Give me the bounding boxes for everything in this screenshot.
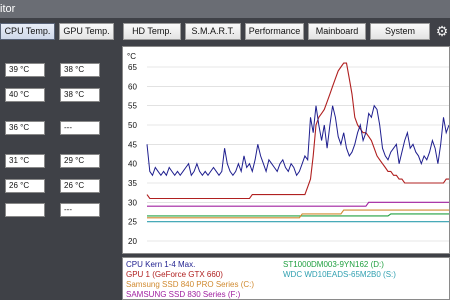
y-tick-label: 25 [128, 218, 137, 227]
legend-ssd-f: SAMSUNG SSD 830 Series (F:) [126, 290, 241, 299]
sensor-value: 39 °C [5, 63, 45, 77]
sensor-value: 31 °C [5, 154, 45, 168]
temperature-chart-svg: °C 65 60 55 50 45 40 35 30 25 20 [127, 52, 450, 246]
chart-legend: CPU Kern 1-4 Max. GPU 1 (GeForce GTX 660… [122, 257, 450, 300]
series-hdd-d-line [147, 213, 449, 217]
y-axis-label: °C [127, 52, 136, 61]
y-tick-label: 20 [128, 237, 137, 246]
tab-cpu-temp[interactable]: CPU Temp. [0, 23, 55, 40]
tab-performance[interactable]: Performance [245, 23, 304, 40]
legend-cpu: CPU Kern 1-4 Max. [126, 260, 196, 269]
series-gpu-line [146, 62, 449, 200]
tab-mainboard[interactable]: Mainboard [308, 23, 366, 40]
tab-system[interactable]: System [370, 23, 430, 40]
title-bar: itor [0, 0, 450, 18]
tab-gpu-temp[interactable]: GPU Temp. [59, 23, 114, 40]
y-tick-label: 50 [128, 121, 137, 130]
y-tick-label: 30 [128, 198, 137, 207]
y-tick-label: 65 [128, 63, 137, 72]
sensor-value: --- [60, 121, 100, 135]
sensor-value: 38 °C [60, 88, 100, 102]
y-tick-label: 60 [128, 82, 137, 91]
y-tick-label: 40 [128, 160, 137, 169]
sensor-value: 26 °C [60, 179, 100, 193]
tab-smart[interactable]: S.M.A.R.T. [185, 23, 241, 40]
window-title: itor [0, 3, 16, 15]
legend-gpu: GPU 1 (GeForce GTX 660) [126, 270, 223, 279]
tab-hd-temp[interactable]: HD Temp. [123, 23, 181, 40]
sensor-value [5, 203, 45, 217]
sensor-value: --- [60, 203, 100, 217]
gear-icon[interactable]: ⚙ [434, 21, 450, 41]
y-tick-label: 45 [128, 140, 137, 149]
sensor-value: 36 °C [5, 121, 45, 135]
legend-ssd-c: Samsung SSD 840 PRO Series (C:) [126, 280, 255, 289]
legend-hdd-s: WDC WD10EADS-65M2B0 (S:) [283, 270, 396, 279]
sensor-value: 40 °C [5, 88, 45, 102]
temperature-chart: °C 65 60 55 50 45 40 35 30 25 20 [122, 46, 450, 254]
tab-bar: CPU Temp. GPU Temp. HD Temp. S.M.A.R.T. … [0, 18, 450, 44]
y-tick-label: 55 [128, 102, 137, 111]
legend-hdd-d: ST1000DM003-9YN162 (D:) [283, 260, 384, 269]
sensor-value: 29 °C [60, 154, 100, 168]
series-ssd-f-line [147, 201, 449, 207]
series-cpu-line [146, 104, 450, 177]
sensor-value: 38 °C [60, 63, 100, 77]
y-tick-label: 35 [128, 179, 137, 188]
sensor-value: 26 °C [5, 179, 45, 193]
